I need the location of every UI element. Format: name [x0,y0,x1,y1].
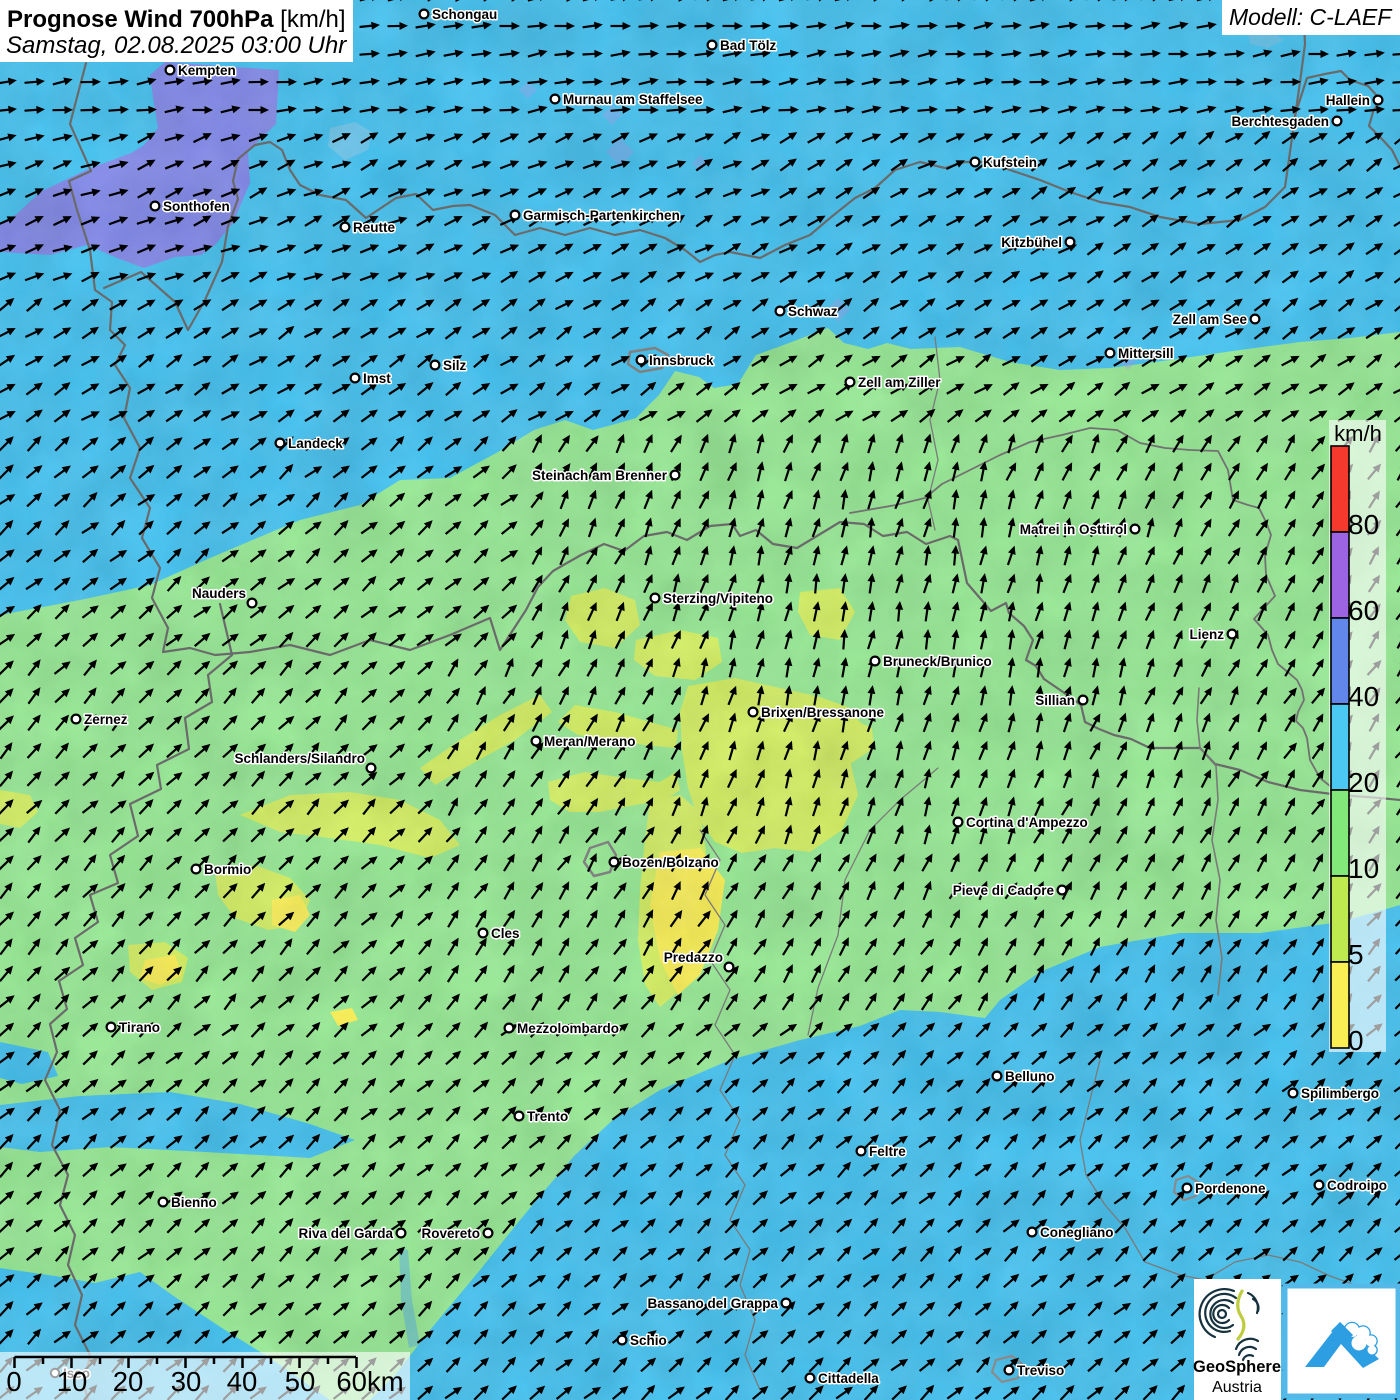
svg-text:0: 0 [1348,1025,1364,1056]
svg-text:Schwaz: Schwaz [788,304,838,319]
svg-text:Prognose Wind 700hPa [km/h]: Prognose Wind 700hPa [km/h] [7,6,346,33]
svg-text:Matrei in Osttirol: Matrei in Osttirol [1020,522,1127,537]
svg-text:Schlanders/Silandro: Schlanders/Silandro [234,751,365,766]
svg-text:Reutte: Reutte [353,220,395,235]
svg-text:Zell am See: Zell am See [1173,312,1248,327]
svg-text:Riva del Garda: Riva del Garda [298,1226,393,1241]
svg-text:Austria: Austria [1212,1379,1262,1396]
svg-text:Kitzbühel: Kitzbühel [1001,235,1062,250]
svg-text:Cles: Cles [491,926,520,941]
svg-text:40: 40 [227,1366,258,1397]
svg-text:GeoSphere: GeoSphere [1193,1358,1281,1376]
svg-text:Codroipo: Codroipo [1327,1178,1387,1193]
svg-text:Cortina d'Ampezzo: Cortina d'Ampezzo [966,815,1088,830]
svg-text:Kufstein: Kufstein [983,155,1037,170]
svg-text:Sterzing/Vipiteno: Sterzing/Vipiteno [663,591,773,606]
svg-text:30: 30 [171,1366,202,1397]
svg-text:Sillian: Sillian [1035,693,1075,708]
svg-text:Mittersill: Mittersill [1118,346,1174,361]
svg-text:Garmisch-Partenkirchen: Garmisch-Partenkirchen [523,208,680,223]
svg-text:Pieve di Cadore: Pieve di Cadore [953,883,1055,898]
svg-text:Innsbruck: Innsbruck [649,353,714,368]
svg-text:Conegliano: Conegliano [1040,1225,1114,1240]
svg-text:Bruneck/Brunico: Bruneck/Brunico [883,654,992,669]
svg-text:Brixen/Bressanone: Brixen/Bressanone [761,705,885,720]
svg-text:Trento: Trento [527,1109,568,1124]
svg-text:Bienno: Bienno [171,1195,217,1210]
svg-text:Meran/Merano: Meran/Merano [544,734,636,749]
svg-text:5: 5 [1348,939,1364,970]
svg-text:20: 20 [113,1366,144,1397]
svg-text:Treviso: Treviso [1017,1363,1064,1378]
svg-text:Cittadella: Cittadella [818,1371,879,1386]
svg-text:Imst: Imst [363,371,391,386]
svg-text:Mezzolombardo: Mezzolombardo [517,1021,619,1036]
svg-text:Lienz: Lienz [1189,627,1224,642]
svg-text:50: 50 [285,1366,316,1397]
svg-text:Bassano del Grappa: Bassano del Grappa [647,1296,778,1311]
svg-text:km/h: km/h [1334,421,1382,446]
svg-text:60km: 60km [336,1366,403,1397]
svg-text:10: 10 [57,1366,88,1397]
svg-text:Feltre: Feltre [869,1144,906,1159]
svg-text:Murnau am Staffelsee: Murnau am Staffelsee [563,92,703,107]
svg-text:Bozen/Bolzano: Bozen/Bolzano [622,855,719,870]
svg-text:Schongau: Schongau [432,7,497,22]
svg-text:Samstag, 02.08.2025 03:00 Uhr: Samstag, 02.08.2025 03:00 Uhr [6,32,347,59]
svg-text:Zell am Ziller: Zell am Ziller [858,375,941,390]
svg-text:Spilimbergo: Spilimbergo [1301,1086,1379,1101]
svg-text:0: 0 [6,1366,21,1397]
svg-text:Tirano: Tirano [119,1020,160,1035]
svg-text:Zernez: Zernez [84,712,128,727]
svg-text:Pordenone: Pordenone [1195,1181,1266,1196]
svg-text:Hallein: Hallein [1326,93,1370,108]
svg-text:10: 10 [1348,853,1379,884]
svg-text:Belluno: Belluno [1005,1069,1055,1084]
svg-text:80: 80 [1348,509,1379,540]
svg-text:Landeck: Landeck [288,436,343,451]
svg-text:Schio: Schio [630,1333,667,1348]
svg-text:Modell: C-LAEF: Modell: C-LAEF [1229,4,1393,30]
svg-text:Bormio: Bormio [204,862,251,877]
svg-text:40: 40 [1348,681,1379,712]
svg-text:20: 20 [1348,767,1379,798]
svg-text:60: 60 [1348,595,1379,626]
svg-text:Kempten: Kempten [178,63,236,78]
svg-text:Silz: Silz [443,358,467,373]
svg-text:Berchtesgaden: Berchtesgaden [1231,114,1329,129]
svg-text:Sonthofen: Sonthofen [163,199,230,214]
svg-text:Bad Tölz: Bad Tölz [720,38,776,53]
svg-text:Rovereto: Rovereto [421,1226,480,1241]
svg-text:Nauders: Nauders [192,586,246,601]
svg-text:Predazzo: Predazzo [664,950,723,965]
svg-text:Steinach am Brenner: Steinach am Brenner [532,468,668,483]
